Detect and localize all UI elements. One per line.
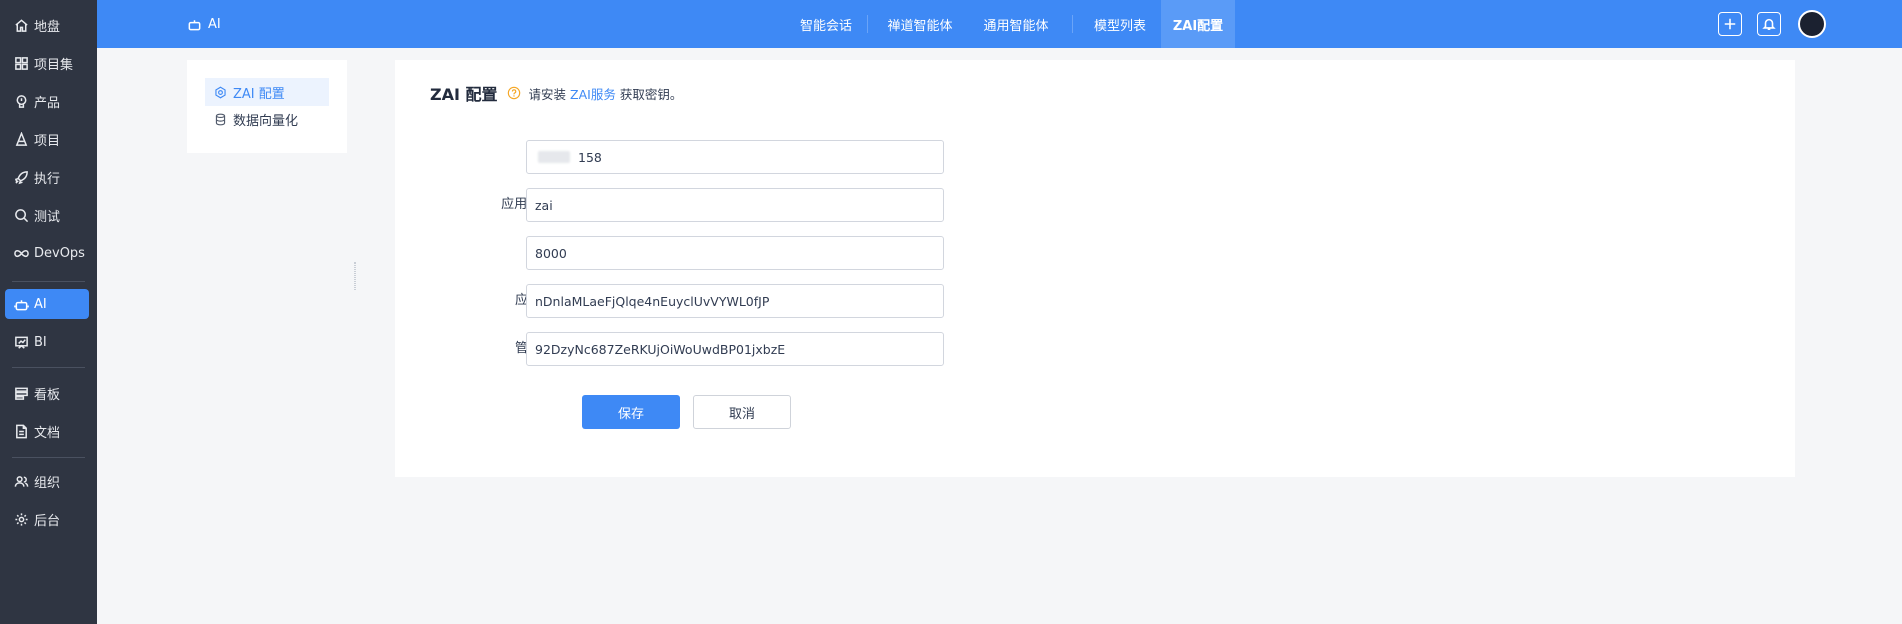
- host-input[interactable]: [526, 140, 944, 174]
- bell-icon: [1762, 18, 1776, 31]
- resize-handle[interactable]: [354, 262, 356, 290]
- tab-label: 智能会话: [799, 18, 852, 34]
- notification-button[interactable]: [1757, 12, 1781, 36]
- users-icon: [11, 471, 31, 491]
- nav-item-label: 执行: [34, 171, 61, 187]
- nav-item-label: 文档: [34, 425, 61, 441]
- tab-model-list[interactable]: 模型列表: [1080, 0, 1160, 48]
- database-icon: [213, 112, 227, 126]
- side-item-zai-config[interactable]: ZAI 配置: [205, 78, 329, 106]
- nav-item-program[interactable]: 项目集: [5, 48, 89, 78]
- app-id-row: 应用集成ID: [395, 188, 995, 222]
- port-row: 端口: [395, 236, 995, 270]
- hint-suffix: 获取密钥。: [619, 86, 683, 102]
- nav-item-docs[interactable]: 文档: [5, 416, 89, 446]
- zai-config-panel: ZAI 配置 请安装 ZAI服务 获取密钥。 主机 应用集成ID 端口 应用密钥…: [395, 60, 1795, 477]
- home-icon: [11, 15, 31, 35]
- page-header: ZAI 配置 请安装 ZAI服务 获取密钥。: [430, 82, 682, 104]
- nav-item-label: 看板: [34, 387, 61, 403]
- app-key-input[interactable]: [526, 284, 944, 318]
- nav-item-home[interactable]: 地盘: [5, 10, 89, 40]
- rocket-icon: [11, 167, 31, 187]
- side-menu: ZAI 配置 数据向量化: [187, 60, 347, 153]
- nav-item-label: 地盘: [34, 19, 61, 35]
- tab-label: 通用智能体: [983, 18, 1049, 34]
- project-icon: [11, 129, 31, 149]
- help-icon[interactable]: [507, 86, 521, 100]
- avatar[interactable]: [1798, 10, 1826, 38]
- host-row: 主机: [395, 140, 995, 174]
- app-title[interactable]: AI: [187, 0, 221, 48]
- port-input[interactable]: [526, 236, 944, 270]
- nav-item-bi[interactable]: BI: [5, 327, 89, 357]
- nav-divider: [12, 367, 85, 368]
- robot-icon: [188, 19, 201, 30]
- tab-zentao-agent[interactable]: 禅道智能体: [875, 0, 965, 48]
- nav-item-label: 测试: [34, 209, 61, 225]
- nav-item-kanban[interactable]: 看板: [5, 378, 89, 408]
- nav-item-execution[interactable]: 执行: [5, 162, 89, 192]
- nav-item-label: DevOps: [34, 245, 85, 261]
- zai-service-link[interactable]: ZAI服务: [570, 87, 616, 102]
- nav-divider: [12, 281, 85, 282]
- app-title-label: AI: [208, 16, 221, 32]
- admin-key-row: 管理密钥: [395, 332, 995, 366]
- nav-item-org[interactable]: 组织: [5, 466, 89, 496]
- grid-icon: [11, 53, 31, 73]
- tab-label: ZAI配置: [1172, 18, 1224, 34]
- document-icon: [11, 421, 31, 441]
- nav-item-label: 项目: [34, 133, 61, 149]
- search-check-icon: [11, 205, 31, 225]
- tab-chat[interactable]: 智能会话: [782, 0, 870, 48]
- nav-item-test[interactable]: 测试: [5, 200, 89, 230]
- plus-icon: [1724, 18, 1736, 30]
- kanban-icon: [11, 383, 31, 403]
- gear-icon: [11, 509, 31, 529]
- app-key-row: 应用密钥: [395, 284, 995, 318]
- infinity-icon: [11, 243, 31, 263]
- admin-key-input[interactable]: [526, 332, 944, 366]
- robot-icon: [11, 294, 31, 314]
- nav-item-label: BI: [34, 334, 47, 350]
- nav-item-devops[interactable]: DevOps: [5, 238, 89, 268]
- cancel-button[interactable]: 取消: [693, 395, 791, 429]
- hint-prefix: 请安装: [528, 86, 567, 102]
- nav-item-product[interactable]: 产品: [5, 86, 89, 116]
- tab-label: 模型列表: [1093, 18, 1146, 34]
- side-item-label: 数据向量化: [233, 113, 299, 129]
- nav-item-label: AI: [34, 296, 47, 312]
- tab-divider: [867, 15, 868, 33]
- redacted-host: [538, 151, 570, 163]
- save-button[interactable]: 保存: [582, 395, 680, 429]
- nav-item-label: 项目集: [34, 57, 74, 73]
- add-button[interactable]: [1718, 12, 1742, 36]
- left-navigation: 地盘 项目集 产品 项目 执行 测试 DevOps AI BI 看板 文档 组织…: [0, 0, 97, 624]
- tab-general-agent[interactable]: 通用智能体: [969, 0, 1063, 48]
- install-hint: 请安装 ZAI服务 获取密钥。: [529, 84, 683, 103]
- side-item-label: ZAI 配置: [233, 86, 285, 102]
- page-title: ZAI 配置: [430, 85, 498, 104]
- nav-divider: [12, 457, 85, 458]
- settings-icon: [213, 85, 227, 99]
- nav-item-admin[interactable]: 后台: [5, 504, 89, 534]
- nav-item-label: 产品: [34, 95, 61, 111]
- tab-zai-config[interactable]: ZAI配置: [1161, 0, 1235, 48]
- nav-item-ai[interactable]: AI: [5, 289, 89, 319]
- nav-item-project[interactable]: 项目: [5, 124, 89, 154]
- chart-board-icon: [11, 332, 31, 352]
- bulb-icon: [11, 91, 31, 111]
- side-item-data-vectorization[interactable]: 数据向量化: [205, 105, 329, 133]
- top-bar: AI 智能会话 禅道智能体 通用智能体 模型列表 ZAI配置: [97, 0, 1902, 48]
- nav-item-label: 组织: [34, 475, 61, 491]
- app-id-input[interactable]: [526, 188, 944, 222]
- tab-label: 禅道智能体: [887, 18, 953, 34]
- tab-divider: [1072, 15, 1073, 33]
- nav-item-label: 后台: [34, 513, 61, 529]
